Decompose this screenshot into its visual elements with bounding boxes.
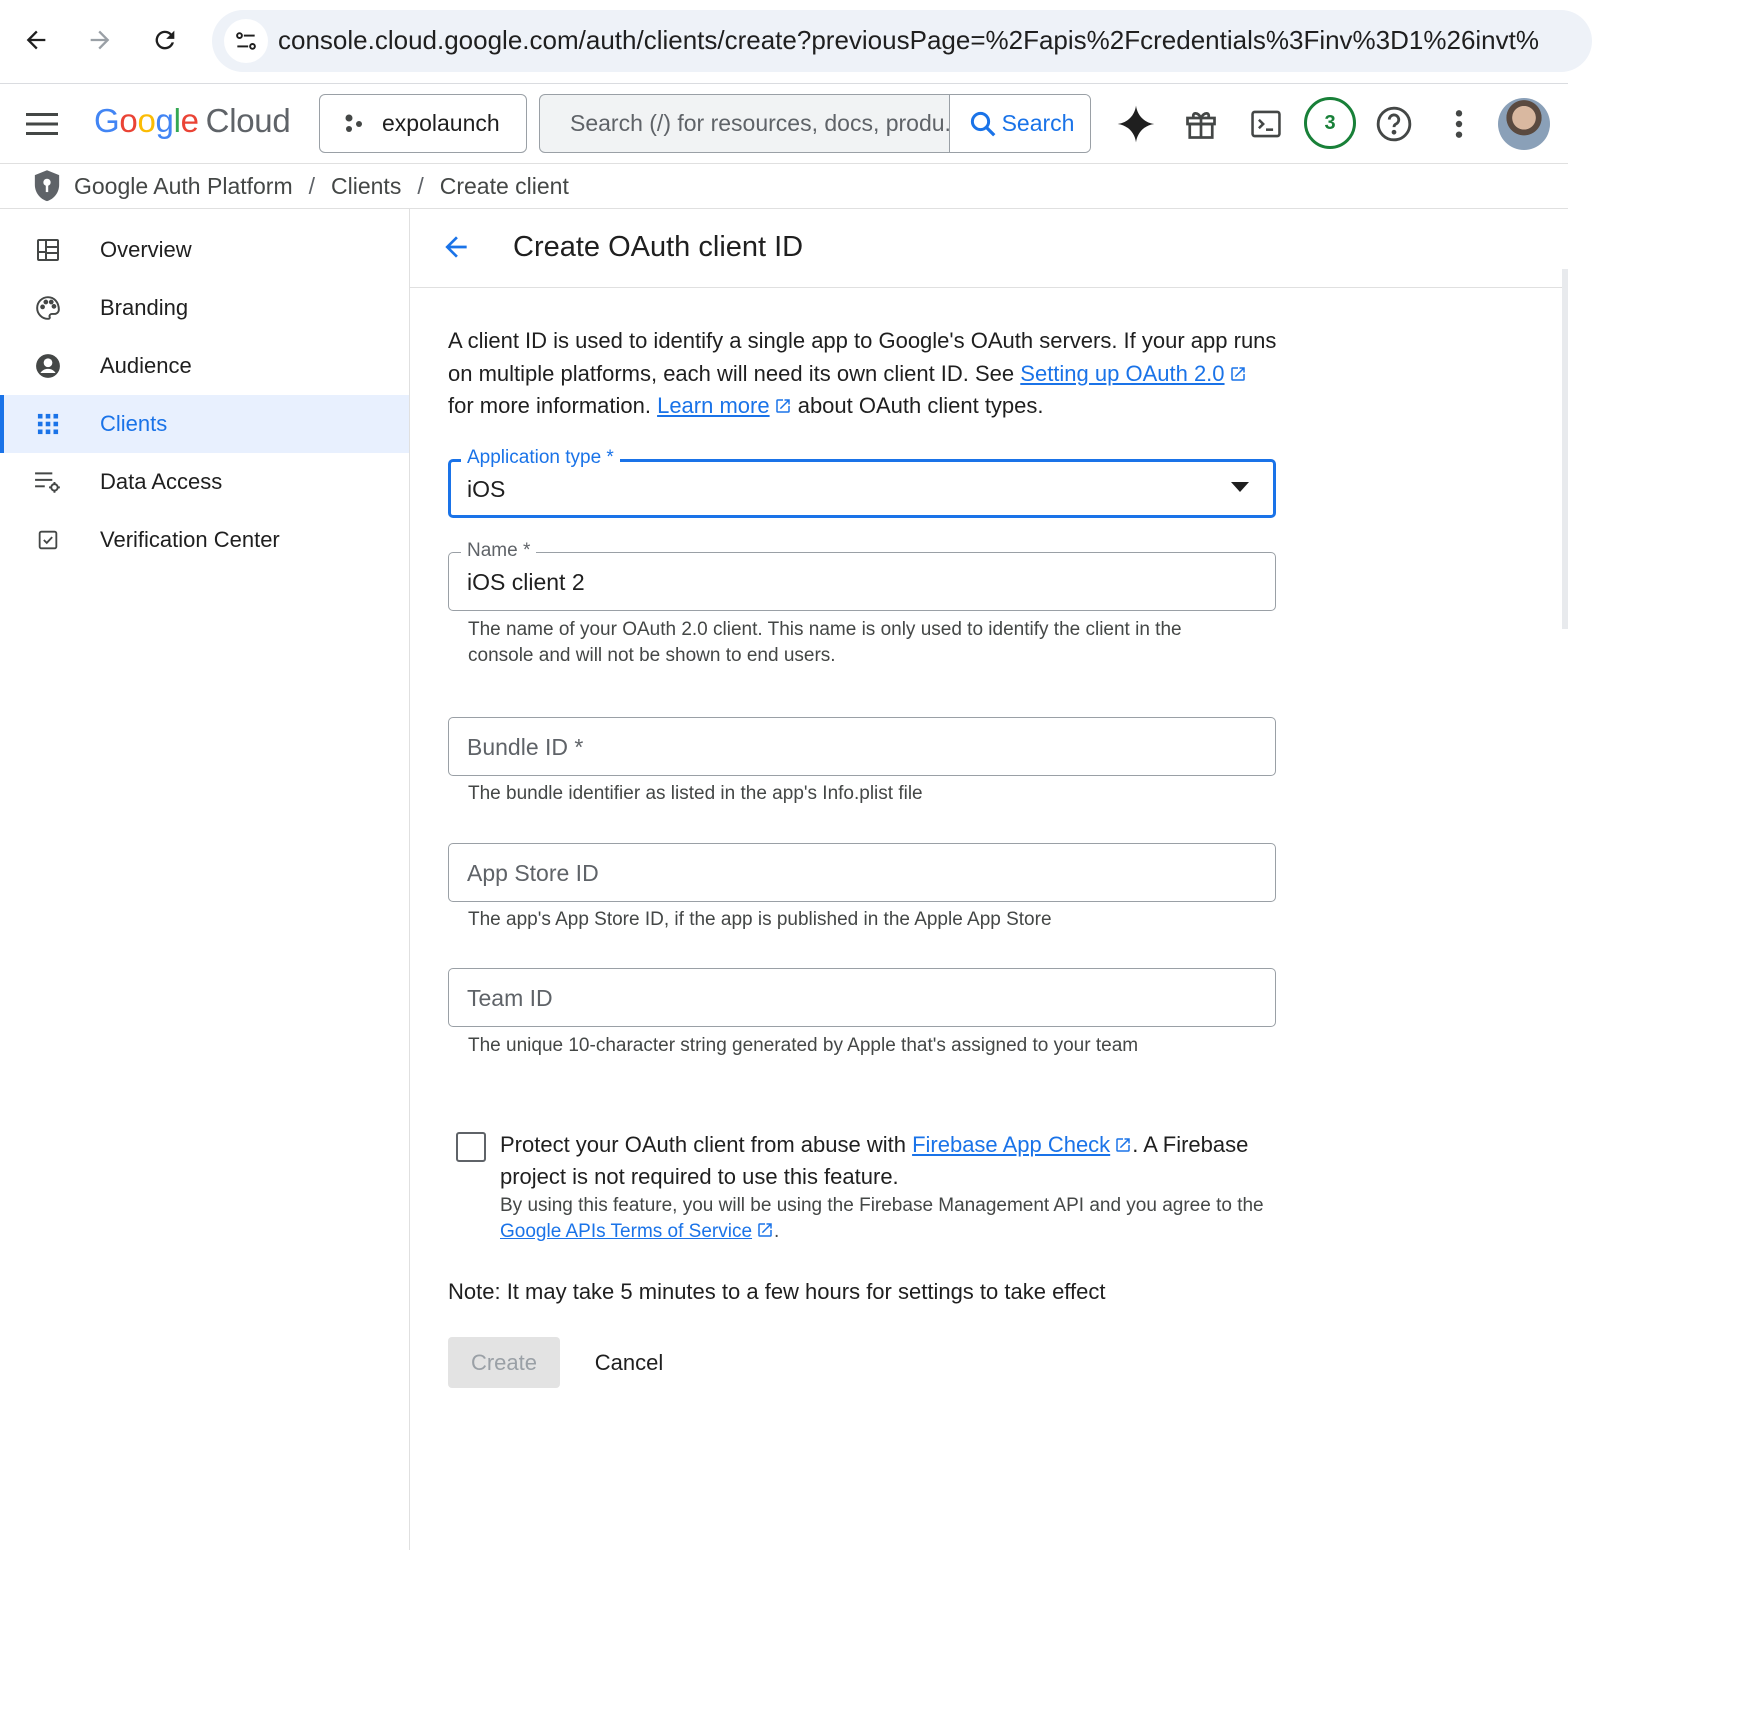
bundle-id-hint: The bundle identifier as listed in the a…	[468, 783, 923, 804]
google-apis-terms-link[interactable]: Google APIs Terms of Service	[500, 1221, 752, 1242]
address-bar[interactable]: console.cloud.google.com/auth/clients/cr…	[212, 10, 1592, 72]
team-id-placeholder: Team ID	[467, 985, 553, 1011]
breadcrumb-clients[interactable]: Clients	[331, 173, 401, 200]
menu-icon[interactable]	[22, 104, 62, 144]
name-field-value: iOS client 2	[467, 569, 585, 595]
name-field-label: Name *	[461, 540, 537, 562]
app-check-text: Protect your OAuth client from abuse wit…	[500, 1129, 1290, 1193]
application-type-value: iOS	[467, 476, 506, 502]
avatar[interactable]	[1498, 98, 1550, 150]
create-button[interactable]: Create	[448, 1337, 560, 1388]
external-link-icon	[775, 399, 790, 413]
sidebar-item-label: Verification Center	[100, 527, 280, 552]
page-header: Create OAuth client ID	[410, 209, 1568, 288]
app-check-checkbox[interactable]	[456, 1132, 486, 1162]
sidebar-item-label: Audience	[100, 353, 192, 378]
notifications-badge[interactable]: 3	[1304, 97, 1356, 149]
bundle-id-field[interactable]: Bundle ID *	[448, 717, 1276, 776]
external-link-icon	[1230, 366, 1245, 381]
palette-icon	[34, 294, 62, 322]
sidebar-item-branding[interactable]: Branding	[0, 279, 409, 337]
gemini-sparkle-icon[interactable]	[1112, 100, 1160, 148]
sidebar-item-verification-center[interactable]: Verification Center	[0, 511, 409, 569]
main-content: Create OAuth client ID A client ID is us…	[410, 209, 1568, 1550]
gift-icon[interactable]	[1177, 100, 1225, 148]
app-check-terms-text: By using this feature, you will be using…	[500, 1193, 1290, 1245]
checkbox-icon	[34, 526, 62, 554]
intro-text: A client ID is used to identify a single…	[448, 325, 1278, 423]
app-store-id-placeholder: App Store ID	[467, 860, 599, 886]
cancel-button[interactable]: Cancel	[576, 1337, 682, 1388]
breadcrumb: Google Auth Platform / Clients / Create …	[0, 164, 1568, 209]
search-input[interactable]	[540, 95, 950, 152]
sidebar-item-label: Data Access	[100, 469, 223, 494]
team-id-hint: The unique 10-character string generated…	[468, 1035, 1139, 1056]
url-text: console.cloud.google.com/auth/clients/cr…	[278, 25, 1539, 55]
help-icon[interactable]	[1370, 100, 1418, 148]
google-cloud-logo[interactable]: Google Cloud	[94, 102, 291, 140]
learn-more-link[interactable]: Learn more	[657, 393, 770, 418]
project-name: expolaunch	[382, 110, 500, 136]
search-button[interactable]: Search	[949, 95, 1090, 152]
breadcrumb-create-client: Create client	[439, 172, 569, 199]
more-vert-icon[interactable]	[1435, 100, 1483, 148]
dashboard-icon	[34, 236, 62, 264]
intro-text-part: for more information.	[448, 393, 658, 418]
external-link-icon	[758, 1223, 772, 1237]
apps-grid-icon	[34, 410, 62, 438]
sidebar-item-label: Overview	[100, 237, 192, 262]
dropdown-arrow-icon	[1231, 482, 1249, 492]
search-button-label: Search	[1001, 110, 1075, 136]
app-store-id-hint: The app's App Store ID, if the app is pu…	[468, 909, 1052, 930]
bundle-id-placeholder: Bundle ID *	[467, 734, 584, 760]
breadcrumb-separator: /	[308, 172, 316, 199]
team-id-field[interactable]: Team ID	[448, 968, 1276, 1027]
account-circle-icon	[34, 352, 62, 380]
back-arrow-icon[interactable]	[436, 227, 476, 267]
application-type-label: Application type *	[461, 447, 620, 469]
sidebar-nav: Overview Branding Audience Clients Data …	[0, 209, 410, 1550]
auth-platform-shield-icon	[34, 170, 60, 202]
page-title: Create OAuth client ID	[513, 231, 804, 263]
application-type-select[interactable]: Application type * iOS	[448, 447, 1276, 518]
app-check-terms-part: By using this feature, you will be using…	[500, 1195, 1264, 1216]
sidebar-item-overview[interactable]: Overview	[0, 221, 409, 279]
firebase-app-check-link[interactable]: Firebase App Check	[912, 1132, 1110, 1157]
cloud-shell-icon[interactable]	[1242, 100, 1290, 148]
project-picker-button[interactable]: expolaunch	[319, 94, 527, 153]
sidebar-item-label: Clients	[100, 411, 168, 436]
settings-note: Note: It may take 5 minutes to a few hou…	[448, 1279, 1106, 1304]
intro-text-part: about OAuth client types.	[791, 393, 1044, 418]
name-field[interactable]: Name * iOS client 2	[448, 540, 1276, 611]
app-check-terms-part: .	[774, 1221, 780, 1242]
name-field-hint: The name of your OAuth 2.0 client. This …	[468, 619, 1182, 666]
browser-back-icon[interactable]	[14, 18, 58, 62]
sidebar-item-label: Branding	[100, 295, 189, 320]
breadcrumb-separator: /	[417, 172, 424, 199]
app-store-id-field[interactable]: App Store ID	[448, 843, 1276, 902]
browser-toolbar: console.cloud.google.com/auth/clients/cr…	[0, 0, 1592, 84]
breadcrumb-auth-platform[interactable]: Google Auth Platform	[74, 173, 293, 200]
search-icon	[970, 111, 995, 136]
browser-reload-icon[interactable]	[143, 18, 187, 62]
setting-up-oauth-link[interactable]: Setting up OAuth 2.0	[1020, 361, 1224, 386]
browser-forward-icon[interactable]	[78, 18, 122, 62]
console-header: GoogleCloud expolaunch Search 3	[0, 84, 1568, 164]
external-link-icon	[1116, 1138, 1130, 1152]
sidebar-item-clients[interactable]: Clients	[0, 395, 409, 453]
scrollbar[interactable]	[1562, 269, 1568, 629]
app-check-text-part: Protect your OAuth client from abuse wit…	[500, 1132, 913, 1157]
sidebar-item-data-access[interactable]: Data Access	[0, 453, 409, 511]
sidebar-item-audience[interactable]: Audience	[0, 337, 409, 395]
search-bar: Search	[539, 94, 1091, 153]
data-settings-icon	[34, 468, 62, 496]
site-info-icon[interactable]	[224, 19, 268, 63]
project-icon	[345, 114, 362, 132]
